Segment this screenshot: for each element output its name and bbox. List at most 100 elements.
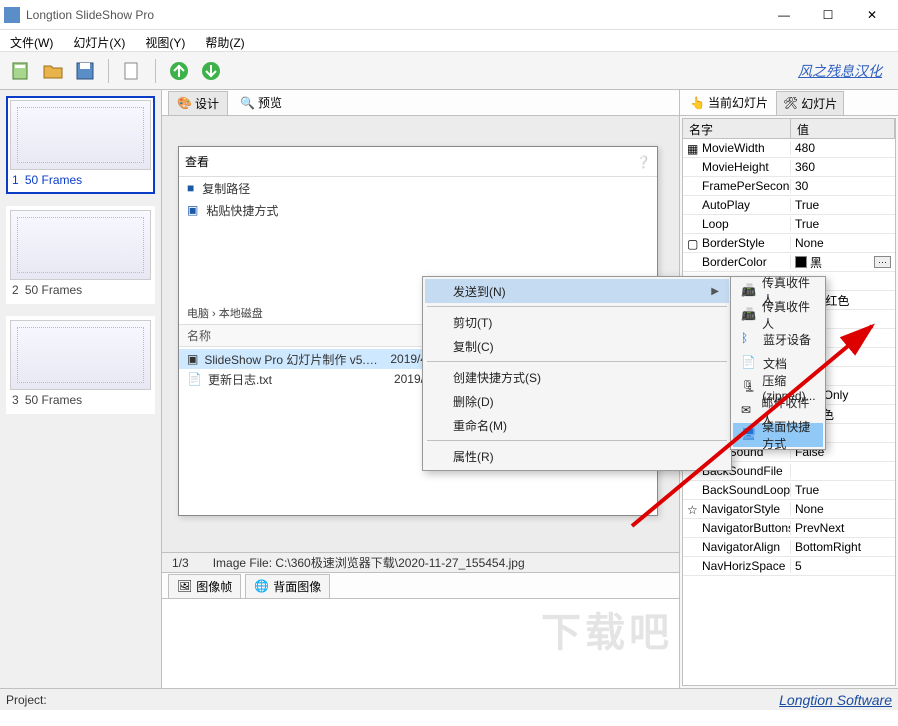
prop-name: NavigatorButtons [702,521,791,535]
border-icon: ▢ [687,237,699,249]
tab-back-image[interactable]: 🌐 背面图像 [245,574,330,598]
tools-icon: 🛠 [783,96,798,110]
ctx-rename[interactable]: 重命名(M) [425,413,729,437]
prop-row-movieheight[interactable]: MovieHeight360 [683,158,895,177]
right-tabs: 👆 当前幻灯片 🛠 幻灯片 [680,90,898,116]
tab-preview[interactable]: 🔍 预览 [232,91,290,114]
hand-icon: 👆 [690,96,705,110]
prop-row-borderstyle[interactable]: ▢BorderStyle None [683,234,895,253]
prop-value: PrevNext [795,521,844,535]
copy-path-label[interactable]: 复制路径 [202,180,250,197]
redo-button[interactable] [198,58,224,84]
ctx-delete[interactable]: 删除(D) [425,389,729,413]
brand-link[interactable]: Longtion Software [779,692,892,708]
prop-value: None [795,236,824,250]
tab-current-slide[interactable]: 👆 当前幻灯片 [684,91,774,114]
prop-value: True [795,198,819,212]
prop-row-navigatoralign[interactable]: NavigatorAlign BottomRight [683,538,895,557]
prop-value: 30 [795,179,808,193]
tab-design[interactable]: 🎨 设计 [168,91,228,115]
watermark-link[interactable]: 风之残息汉化 [798,61,890,81]
prop-row-moviewidth[interactable]: ▦MovieWidth480 [683,139,895,158]
prop-row-backsoundloop[interactable]: BackSoundLoop True [683,481,895,500]
slide-count: 1/3 [172,556,189,570]
save-button[interactable] [72,58,98,84]
status-line: 1/3 Image File: C:\360极速浏览器下载\2020-11-27… [162,552,679,572]
close-button[interactable]: ✕ [850,1,894,29]
explorer-back-label[interactable]: 查看 [185,153,209,170]
prop-row-navhorizspace[interactable]: NavHorizSpace5 [683,557,895,576]
prop-value: BottomRight [795,540,861,554]
title-bar: Longtion SlideShow Pro — ☐ ✕ [0,0,898,30]
prop-row-autoplay[interactable]: AutoPlayTrue [683,196,895,215]
prop-row-navigatorbuttons[interactable]: NavigatorButtons PrevNext [683,519,895,538]
open-button[interactable] [40,58,66,84]
document-icon: 📄 [741,355,757,371]
prop-value: 黑 [810,254,822,271]
design-tabs: 🎨 设计 🔍 预览 [162,90,679,116]
sendto-bluetooth[interactable]: ᛒ蓝牙设备 [733,327,823,351]
col-name[interactable]: 名字 [683,119,791,138]
prop-value: True [795,483,819,497]
thumb-image-3 [10,320,151,390]
col-value[interactable]: 值 [791,119,895,138]
prop-row-framepersecond[interactable]: FramePerSecond 30 [683,177,895,196]
sendto-fax-1[interactable]: 📠传真收件人 [733,303,823,327]
ctx-properties[interactable]: 属性(R) [425,444,729,468]
prop-row-loop[interactable]: LoopTrue [683,215,895,234]
image-path: Image File: C:\360极速浏览器下载\2020-11-27_155… [213,554,525,571]
sendto-submenu: 📠传真收件人 📠传真收件人 ᛒ蓝牙设备 📄文档 🗜压缩(zipped)... ✉… [730,276,826,450]
thumbnail-2[interactable]: 2 50 Frames [6,206,155,304]
fax-icon: 📠 [741,283,756,299]
menu-file[interactable]: 文件(W) [6,32,57,49]
magnifier-icon: 🔍 [240,96,254,110]
globe-icon: 🌐 [254,579,269,593]
new-button[interactable] [8,58,34,84]
fax-icon: 📠 [741,307,756,323]
menu-slide[interactable]: 幻灯片(X) [69,32,129,49]
maximize-button[interactable]: ☐ [806,1,850,29]
tab-image-frame[interactable]: 🖼 图像帧 [168,574,241,598]
prop-name: BackSoundLoop [702,483,790,497]
menu-help[interactable]: 帮助(Z) [201,32,248,49]
prop-name: Loop [702,217,729,231]
prop-name: FramePerSecond [702,179,791,193]
prop-name: MovieWidth [702,141,765,155]
prop-value: 5 [795,559,802,573]
thumbnail-3[interactable]: 3 50 Frames [6,316,155,414]
sendto-desktop-shortcut[interactable]: 🖥桌面快捷方式 [733,423,823,447]
more-button[interactable]: ··· [874,256,891,268]
color-swatch [795,256,807,268]
menu-view[interactable]: 视图(Y) [141,32,189,49]
footer: Project: Longtion Software [0,688,898,710]
help-icon[interactable]: ❔ [636,155,651,169]
menu-bar: 文件(W) 幻灯片(X) 视图(Y) 帮助(Z) [0,30,898,52]
prop-row-bordercolor[interactable]: BorderColor黑··· [683,253,895,272]
col-name[interactable]: 名称 [187,327,211,344]
txt-icon: 📄 [187,372,202,386]
bluetooth-icon: ᛒ [741,331,757,347]
paste-shortcut-label[interactable]: 粘贴快捷方式 [206,202,278,219]
ctx-create-shortcut[interactable]: 创建快捷方式(S) [425,365,729,389]
zip-icon: 🗜 [741,379,756,395]
prop-value: 480 [795,141,815,155]
minimize-button[interactable]: — [762,1,806,29]
center-panel: 🎨 设计 🔍 预览 查看 ❔ ■复制路径 ▣粘贴快捷方式 电脑 › 本地磁盘 名… [162,90,680,688]
ctx-cut[interactable]: 剪切(T) [425,310,729,334]
window-title: Longtion SlideShow Pro [26,8,762,22]
thumb-image-2 [10,210,151,280]
prop-name: MovieHeight [702,160,769,174]
desktop-icon: 🖥 [741,427,756,443]
undo-button[interactable] [166,58,192,84]
ctx-sendto[interactable]: 发送到(N)▶ [425,279,729,303]
tab-slideshow[interactable]: 🛠 幻灯片 [776,91,844,115]
prop-name: BorderStyle [702,236,765,250]
prop-name: NavigatorAlign [702,540,780,554]
prop-row-navigatorstyle[interactable]: ☆NavigatorStyleNone [683,500,895,519]
palette-icon: 🎨 [177,96,191,110]
thumb-label-1: 1 50 Frames [10,170,151,190]
thumbnail-1[interactable]: 1 50 Frames [6,96,155,194]
thumb-image-1 [10,100,151,170]
page-button[interactable] [119,58,145,84]
ctx-copy[interactable]: 复制(C) [425,334,729,358]
